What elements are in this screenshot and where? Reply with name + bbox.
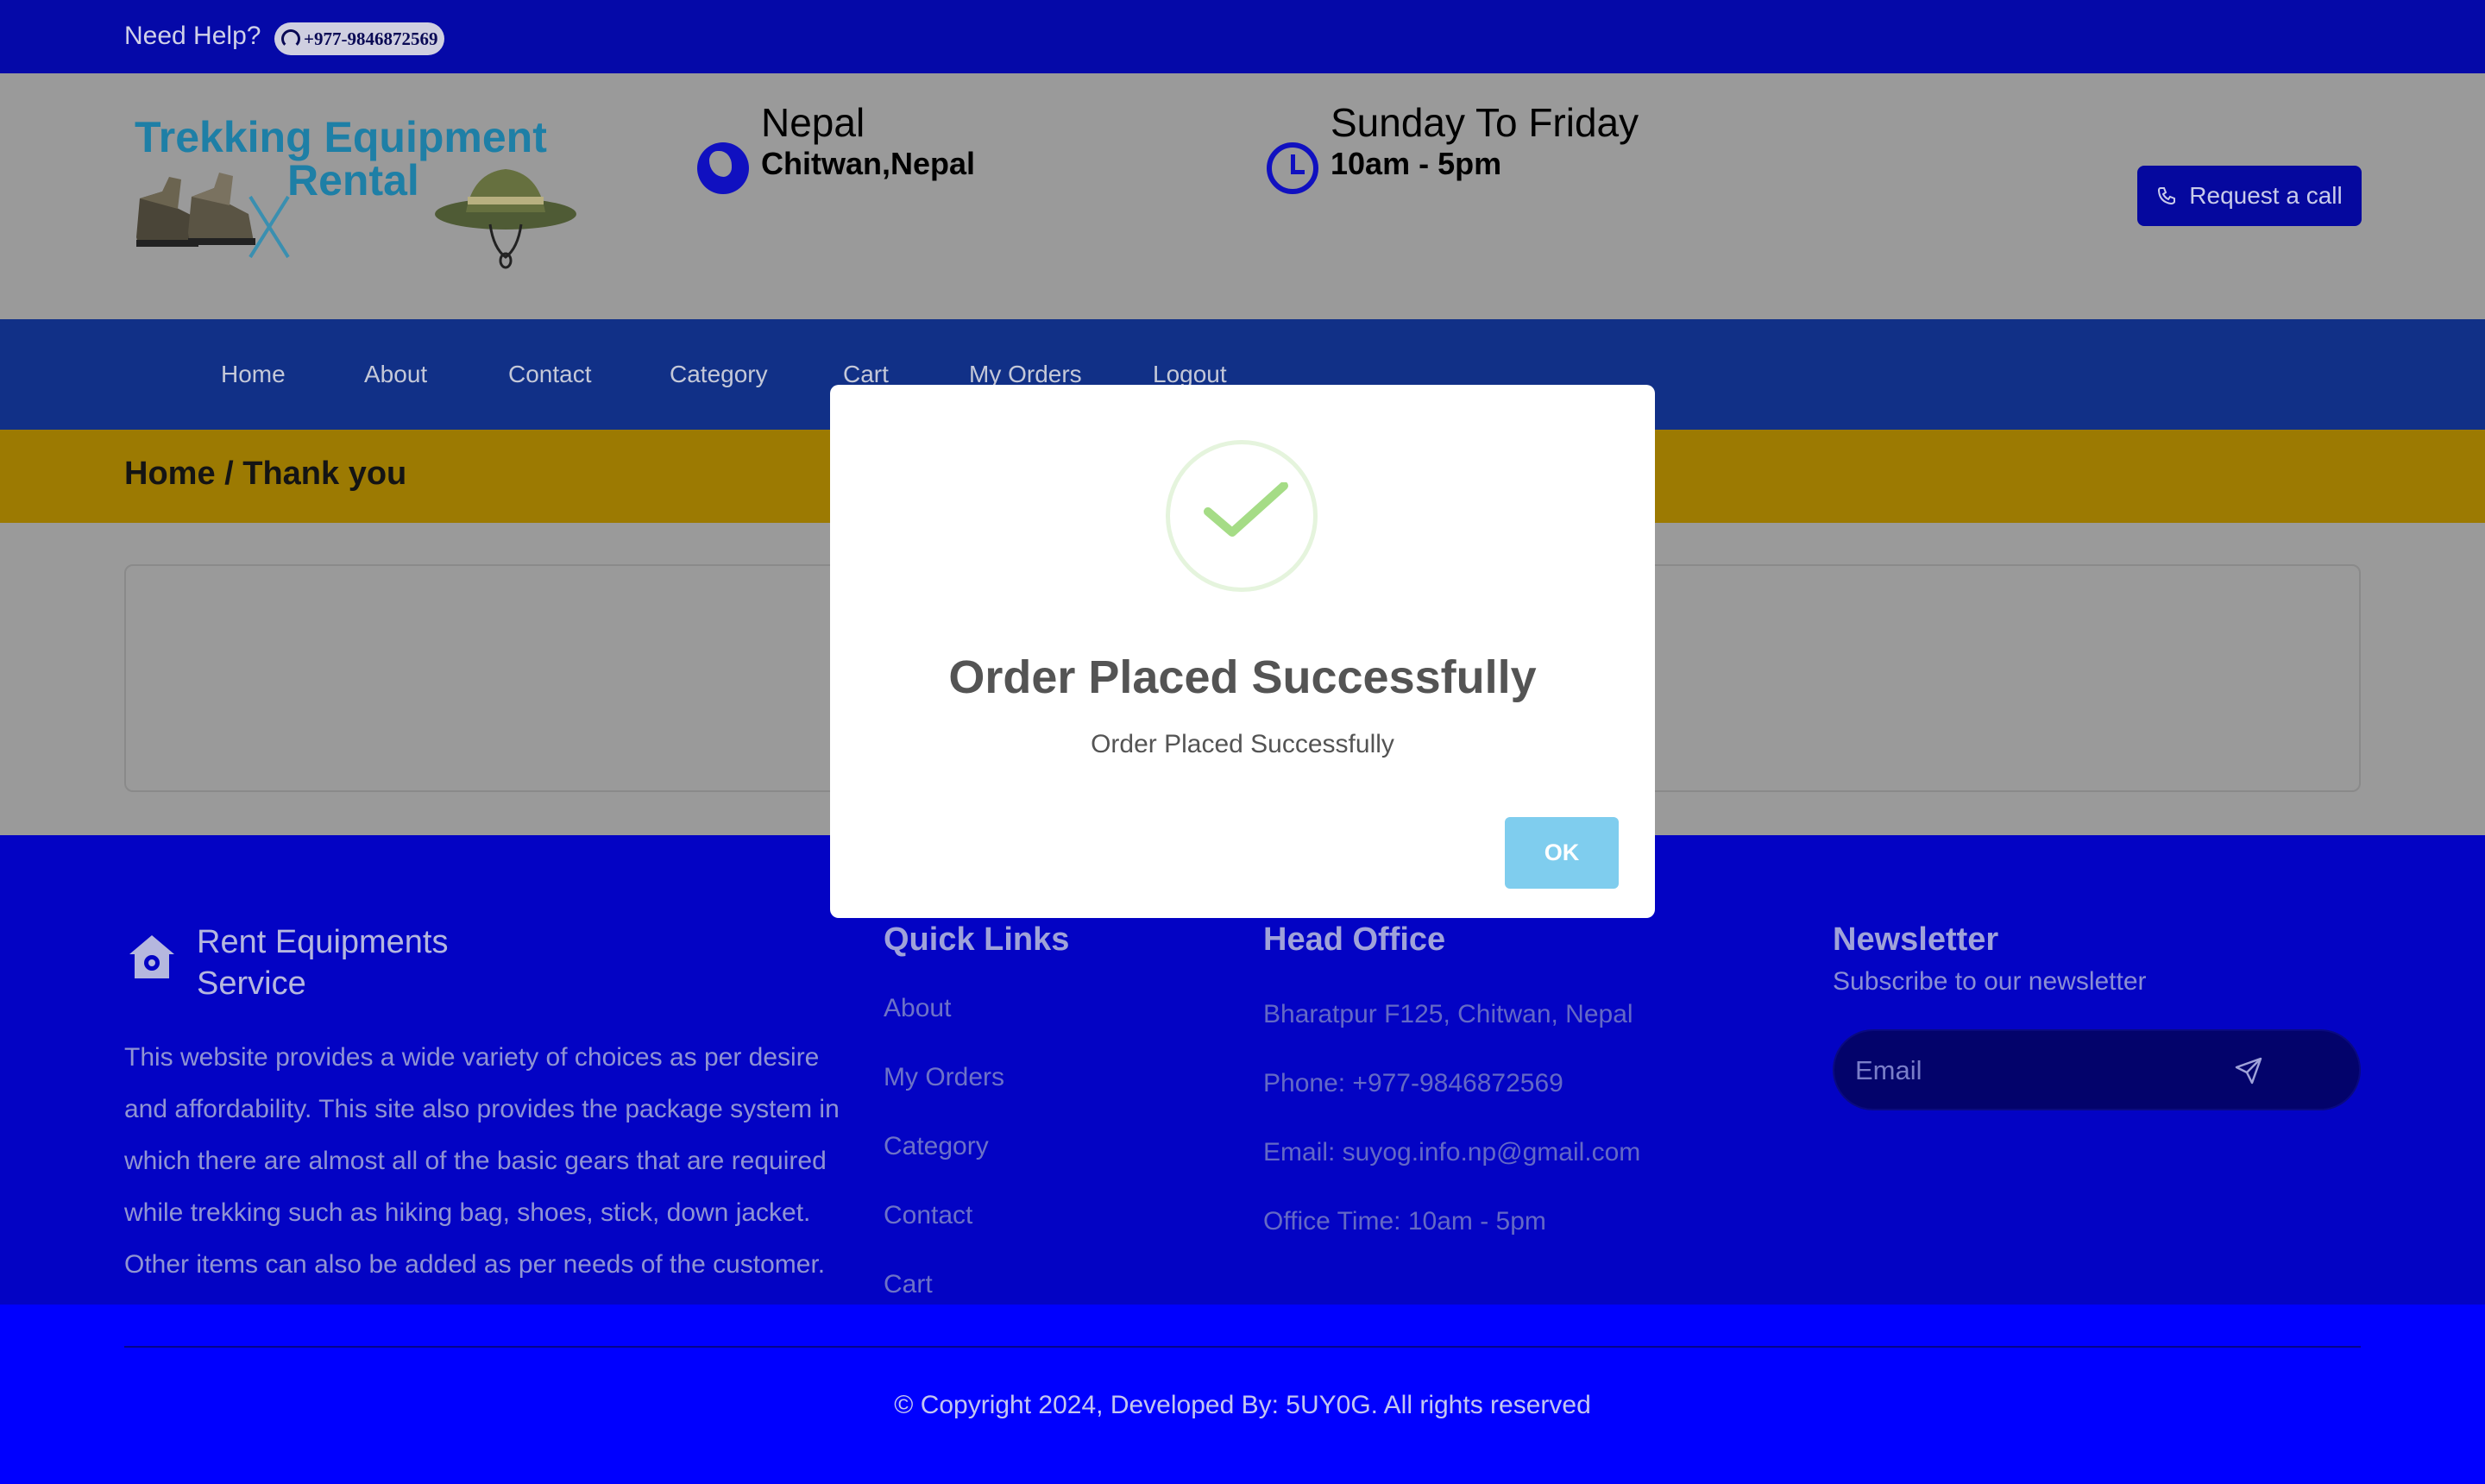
success-modal: Order Placed Successfully Order Placed S… <box>830 385 1655 918</box>
modal-message: Order Placed Successfully <box>1091 730 1394 758</box>
checkmark-icon <box>1204 482 1288 537</box>
top-bar: Need Help? +977-9846872569 <box>0 0 2485 73</box>
hours-info: Sunday To Friday 10am - 5pm <box>1267 99 1639 194</box>
site-logo[interactable]: Trekking Equipment Rental <box>128 112 581 285</box>
need-help-text: Need Help? <box>124 22 261 50</box>
copyright-icon: © <box>894 1391 914 1419</box>
office-address: Bharatpur F125, Chitwan, Nepal <box>1263 1000 1633 1028</box>
location-info: Nepal Chitwan,Nepal <box>697 99 975 194</box>
hours-subtitle: 10am - 5pm <box>1331 146 1502 181</box>
email-placeholder: Email <box>1855 1055 1922 1085</box>
request-call-button[interactable]: Request a call <box>2137 166 2362 226</box>
newsletter-title: Newsletter <box>1833 921 1999 958</box>
nav-about[interactable]: About <box>364 361 427 388</box>
success-ring <box>1166 440 1318 592</box>
location-subtitle: Chitwan,Nepal <box>761 146 976 181</box>
modal-title: Order Placed Successfully <box>948 651 1537 703</box>
head-office-title: Head Office <box>1263 921 1446 958</box>
footer-link-cart[interactable]: Cart <box>884 1267 1069 1302</box>
phone-badge[interactable]: +977-9846872569 <box>274 22 445 55</box>
send-icon[interactable] <box>2233 1055 2264 1086</box>
footer-link-my-orders[interactable]: My Orders <box>884 1060 1069 1095</box>
brand-line1: Rent Equipments <box>197 924 449 960</box>
copyright-label: Copyright 2024, Developed By: 5UY0G. All… <box>920 1391 1591 1419</box>
brand-line2: Service <box>197 965 306 1002</box>
footer-link-contact[interactable]: Contact <box>884 1198 1069 1233</box>
newsletter-email-input[interactable]: Email <box>1833 1029 2361 1110</box>
phone-icon <box>2158 187 2176 205</box>
copyright-text: © Copyright 2024, Developed By: 5UY0G. A… <box>0 1391 2485 1420</box>
head-office: Head Office Bharatpur F125, Chitwan, Nep… <box>1263 921 1640 1237</box>
office-time: Office Time: 10am - 5pm <box>1263 1207 1546 1236</box>
office-email: Email: suyog.info.np@gmail.com <box>1263 1138 1641 1166</box>
quick-links: Quick Links About My Orders Category Con… <box>884 921 1069 1302</box>
footer-link-category[interactable]: Category <box>884 1129 1069 1164</box>
location-title: Nepal <box>761 100 865 145</box>
newsletter: Newsletter Subscribe to our newsletter E… <box>1833 921 2361 1110</box>
office-phone: Phone: +977-9846872569 <box>1263 1069 1563 1097</box>
ok-button[interactable]: OK <box>1505 817 1619 889</box>
footer-description: This website provides a wide variety of … <box>124 1043 840 1279</box>
hours-title: Sunday To Friday <box>1331 100 1639 145</box>
headset-icon <box>281 29 300 48</box>
clock-icon <box>1267 142 1318 194</box>
site-header: Trekking Equipment Rental Nepal Chitwan,… <box>0 73 2485 319</box>
logo-gear-illustration <box>136 169 576 269</box>
globe-icon <box>697 142 749 194</box>
nav-contact[interactable]: Contact <box>508 361 592 388</box>
footer-divider <box>124 1346 2361 1348</box>
phone-number: +977-9846872569 <box>304 28 438 49</box>
nav-home[interactable]: Home <box>221 361 286 388</box>
nav-category[interactable]: Category <box>670 361 768 388</box>
quick-links-title: Quick Links <box>884 921 1070 958</box>
copyright-bar: © Copyright 2024, Developed By: 5UY0G. A… <box>0 1305 2485 1484</box>
footer-brand: Rent Equipments Service <box>124 921 449 1004</box>
breadcrumb: Home / Thank you <box>124 456 407 492</box>
footer-link-about[interactable]: About <box>884 990 1069 1026</box>
house-gear-icon <box>129 935 174 978</box>
newsletter-subtitle: Subscribe to our newsletter <box>1833 967 2147 996</box>
request-call-label: Request a call <box>2189 182 2343 209</box>
